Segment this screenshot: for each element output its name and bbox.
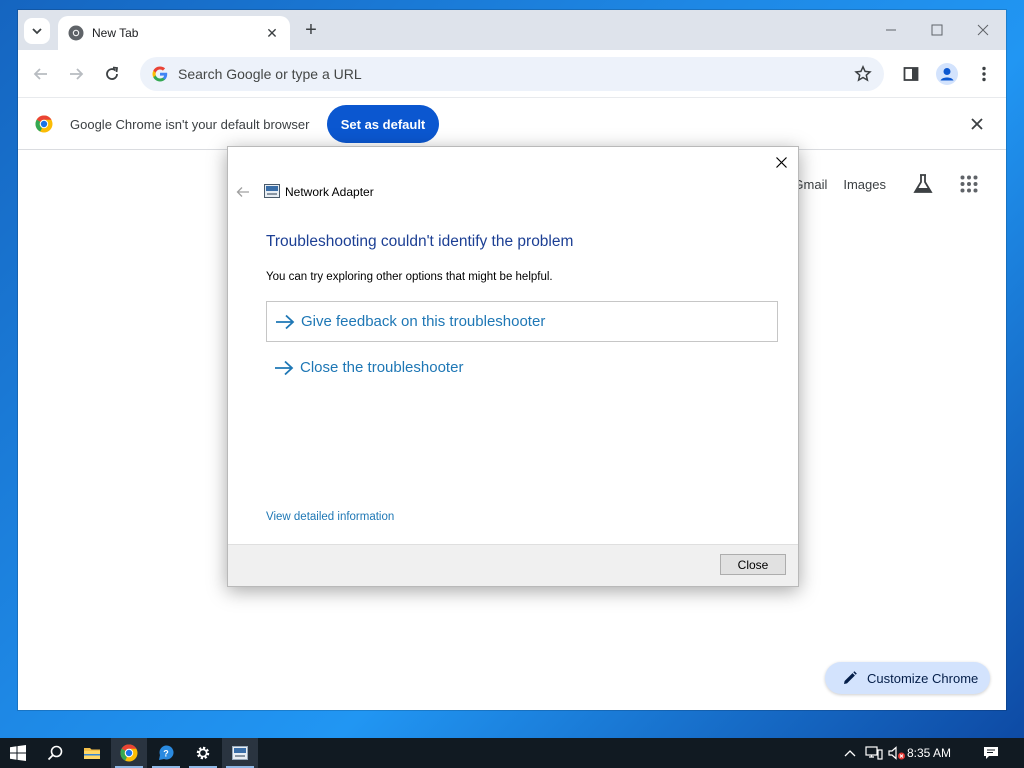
side-panel-button[interactable] <box>899 62 923 86</box>
profile-button[interactable] <box>935 62 959 86</box>
apps-grid-icon[interactable] <box>960 175 978 193</box>
reload-icon <box>106 66 119 80</box>
minimize-icon[interactable] <box>868 10 914 50</box>
google-g-icon <box>152 66 168 82</box>
notification-icon <box>984 747 998 759</box>
avatar-icon <box>936 63 958 85</box>
menu-button[interactable] <box>972 62 996 86</box>
show-hidden-icons-button[interactable] <box>842 738 858 768</box>
dialog-back-icon[interactable] <box>236 185 250 199</box>
file-explorer-button[interactable] <box>74 738 110 768</box>
customize-chrome-button[interactable]: Customize Chrome <box>825 662 990 694</box>
gear-icon <box>196 746 210 760</box>
svg-text:?: ? <box>163 749 169 759</box>
omnibox-input[interactable] <box>178 66 854 82</box>
toolbar <box>18 50 1006 98</box>
close-button[interactable]: Close <box>720 554 786 575</box>
omnibox[interactable] <box>140 57 884 91</box>
chrome-taskbar-button[interactable] <box>111 738 147 768</box>
help-icon: ? <box>159 745 174 760</box>
back-button[interactable] <box>31 64 51 84</box>
network-icon <box>865 746 883 760</box>
close-troubleshooter-label: Close the troubleshooter <box>300 359 464 376</box>
give-feedback-option[interactable]: Give feedback on this troubleshooter <box>266 301 778 342</box>
tab-new-tab[interactable]: New Tab ✕ <box>58 16 290 50</box>
new-tab-button[interactable]: + <box>301 20 321 41</box>
arrow-left-icon <box>33 68 47 80</box>
dialog-subtext: You can try exploring other options that… <box>266 271 553 283</box>
close-troubleshooter-option[interactable]: Close the troubleshooter <box>266 347 778 388</box>
infobar-message: Google Chrome isn't your default browser <box>70 117 310 132</box>
dialog-heading: Troubleshooting couldn't identify the pr… <box>266 233 574 250</box>
customize-chrome-label: Customize Chrome <box>867 670 979 686</box>
default-browser-infobar: Google Chrome isn't your default browser… <box>18 98 1006 150</box>
window-close-icon[interactable] <box>960 10 1006 50</box>
windows-logo-icon <box>10 745 26 761</box>
chevron-up-icon <box>844 750 856 757</box>
search-button[interactable] <box>37 738 73 768</box>
taskbar-clock[interactable]: 8:35 AM <box>907 746 951 760</box>
images-link[interactable]: Images <box>843 177 886 192</box>
troubleshooter-dialog: Network Adapter Troubleshooting couldn't… <box>227 146 799 587</box>
ntp-header-links: Gmail Images <box>793 173 978 195</box>
side-panel-icon <box>903 67 919 81</box>
chrome-logo-icon <box>120 744 138 762</box>
action-center-button[interactable] <box>980 738 1002 768</box>
tab-search-button[interactable] <box>24 18 50 44</box>
folder-icon <box>84 748 100 759</box>
tab-close-icon[interactable]: ✕ <box>264 25 280 42</box>
arrow-right-icon <box>276 314 295 329</box>
pencil-icon <box>844 671 857 684</box>
network-tray-button[interactable] <box>864 738 884 768</box>
labs-flask-icon[interactable] <box>912 173 934 195</box>
view-details-link[interactable]: View detailed information <box>266 511 394 523</box>
dialog-close-icon[interactable] <box>772 153 790 171</box>
chrome-favicon-icon <box>68 25 84 41</box>
maximize-icon[interactable] <box>914 10 960 50</box>
give-feedback-label: Give feedback on this troubleshooter <box>301 313 546 330</box>
more-vert-icon <box>982 66 986 82</box>
help-taskbar-button[interactable]: ? <box>148 738 184 768</box>
troubleshooter-taskbar-button[interactable] <box>222 738 258 768</box>
arrow-right-icon <box>70 68 84 80</box>
volume-tray-button[interactable] <box>887 738 907 768</box>
search-icon <box>47 745 63 761</box>
window-controls <box>868 10 1006 50</box>
star-icon[interactable] <box>854 65 872 83</box>
infobar-close-icon[interactable] <box>968 115 986 133</box>
arrow-right-icon <box>275 360 294 375</box>
start-button[interactable] <box>0 738 36 768</box>
chrome-logo-icon <box>35 115 53 133</box>
tab-title: New Tab <box>92 26 139 40</box>
forward-button[interactable] <box>66 64 86 84</box>
volume-muted-icon <box>888 746 905 760</box>
network-adapter-icon <box>232 746 248 760</box>
taskbar: ? 8:35 AM <box>0 738 1024 768</box>
settings-taskbar-button[interactable] <box>185 738 221 768</box>
dialog-app-title: Network Adapter <box>285 185 374 199</box>
set-as-default-button[interactable]: Set as default <box>327 105 439 143</box>
tab-strip: New Tab ✕ + <box>18 10 1006 50</box>
dialog-footer: Close <box>228 544 798 586</box>
reload-button[interactable] <box>102 64 122 84</box>
network-adapter-icon <box>264 184 280 198</box>
chevron-down-icon <box>32 28 42 35</box>
